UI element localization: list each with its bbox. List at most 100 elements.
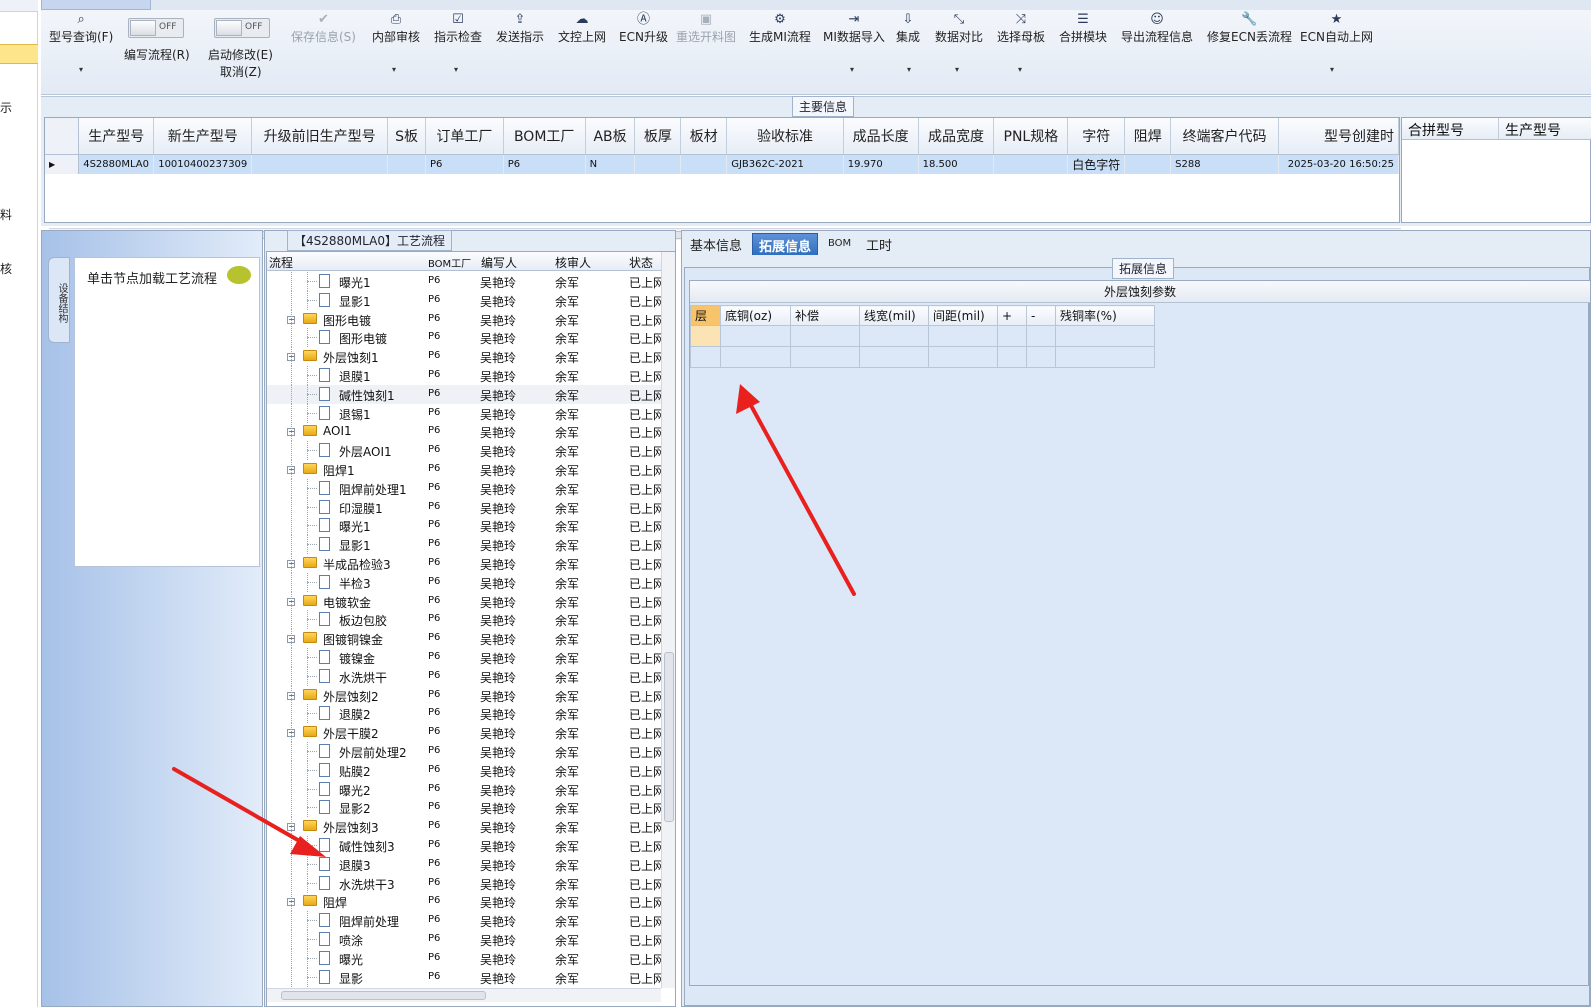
grid-header[interactable]: 型号创建时 xyxy=(1278,118,1400,155)
tree-group-node[interactable]: − 外层蚀刻3 P6 吴艳玲 余军 已上网 xyxy=(267,817,665,837)
table-row[interactable] xyxy=(690,325,1155,347)
chevron-down-icon[interactable]: ▾ xyxy=(907,65,911,74)
tree-leaf-node[interactable]: 退膜3 P6 吴艳玲 余军 已上网 xyxy=(267,854,665,874)
etch-col-line-width[interactable]: 线宽(mil) xyxy=(859,305,929,326)
grid-header[interactable]: PNL规格 xyxy=(993,118,1069,155)
tree-leaf-node[interactable]: 退膜1 P6 吴艳玲 余军 已上网 xyxy=(267,366,665,385)
etch-col-layer[interactable]: 层 xyxy=(690,305,721,326)
grid-cell[interactable]: S288 xyxy=(1170,154,1279,174)
export-flow-button[interactable]: ☺ 导出流程信息 xyxy=(1121,12,1193,45)
tree-leaf-node[interactable]: 显影2 P6 吴艳玲 余军 已上网 xyxy=(267,798,665,818)
etch-cell[interactable] xyxy=(997,325,1027,347)
left-strip-item[interactable]: 示 xyxy=(0,99,12,116)
grid-header[interactable]: 成品宽度 xyxy=(918,118,995,155)
data-compare-button[interactable]: ⤡ 数据对比 xyxy=(935,12,983,45)
grid-cell[interactable] xyxy=(634,154,682,174)
structure-tree-box[interactable]: 单击节点加载工艺流程 xyxy=(74,257,260,567)
table-row[interactable] xyxy=(690,346,1155,368)
grid-cell[interactable]: P6 xyxy=(503,154,586,174)
tree-group-node[interactable]: − 外层干膜2 P6 吴艳玲 余军 已上网 xyxy=(267,723,665,743)
etch-col-residual-copper[interactable]: 残铜率(%) xyxy=(1055,305,1155,326)
etch-cell[interactable] xyxy=(928,325,998,347)
grid-cell[interactable]: 2025-03-20 16:50:25 xyxy=(1278,154,1400,174)
chevron-down-icon[interactable]: ▾ xyxy=(392,65,396,74)
tree-col-reviewer[interactable]: 核审人 xyxy=(555,254,591,271)
grid-cell[interactable] xyxy=(680,154,728,174)
tree-group-node[interactable]: − 外层蚀刻1 P6 吴艳玲 余军 已上网 xyxy=(267,347,665,367)
tree-leaf-node[interactable]: 阻焊前处理 P6 吴艳玲 余军 已上网 xyxy=(267,911,665,931)
grid-cell[interactable]: N xyxy=(585,154,636,174)
left-strip-item[interactable]: 料 xyxy=(0,206,12,223)
send-instruction-button[interactable]: ⇪ 发送指示 xyxy=(496,12,544,45)
tree-group-node[interactable]: − 半成品检验3 P6 吴艳玲 余军 已上网 xyxy=(267,554,665,573)
fix-ecn-button[interactable]: 🔧 修复ECN丢流程 xyxy=(1207,12,1292,45)
horizontal-scrollbar[interactable] xyxy=(267,988,661,1002)
vertical-scrollbar[interactable] xyxy=(661,252,675,988)
tree-group-node[interactable]: − 电镀软金 P6 吴艳玲 余军 已上网 xyxy=(267,591,665,611)
tree-leaf-node[interactable]: 显影1 P6 吴艳玲 余军 已上网 xyxy=(267,535,665,555)
grid-header[interactable]: 生产型号 xyxy=(1499,118,1591,140)
tree-leaf-node[interactable]: 曝光1 P6 吴艳玲 余军 已上网 xyxy=(267,516,665,536)
chevron-down-icon[interactable]: ▾ xyxy=(79,65,83,74)
etch-params-table[interactable]: 层 底铜(oz) 补偿 线宽(mil) 间距(mil) + - 残铜率(%) xyxy=(690,305,1155,368)
grid-header[interactable]: 板材 xyxy=(680,118,728,155)
etch-cell[interactable] xyxy=(720,346,791,368)
device-structure-tab[interactable]: 设备结构 xyxy=(48,257,70,343)
etch-cell[interactable] xyxy=(690,325,721,347)
grid-cell[interactable] xyxy=(1124,154,1172,174)
process-flow-tree[interactable]: 流程 BOM工厂 编写人 核审人 状态 曝光1 P6 吴艳玲 余军 已上网 显影1 P6 吴艳… xyxy=(266,251,676,1007)
instruction-check-button[interactable]: ☑ 指示检查 xyxy=(434,12,482,45)
etch-col-plus[interactable]: + xyxy=(997,305,1027,326)
main-info-grid[interactable]: 生产型号 新生产型号 升级前旧生产型号 S板 订单工厂 BOM工厂 AB板 板厚… xyxy=(44,117,1401,240)
chevron-down-icon[interactable]: ▾ xyxy=(1018,65,1022,74)
grid-cell[interactable] xyxy=(251,154,389,174)
grid-header[interactable]: 阻焊 xyxy=(1124,118,1172,155)
tree-leaf-node[interactable]: 碱性蚀刻1 P6 吴艳玲 余军 已上网 xyxy=(267,384,665,404)
grid-header[interactable]: 验收标准 xyxy=(726,118,844,155)
etch-cell[interactable] xyxy=(720,325,791,347)
ecn-upgrade-button[interactable]: Ⓐ ECN升级 xyxy=(619,12,668,45)
etch-col-spacing[interactable]: 间距(mil) xyxy=(928,305,998,326)
tree-leaf-node[interactable]: 喷涂 P6 吴艳玲 余军 已上网 xyxy=(267,930,665,949)
grid-header[interactable]: 订单工厂 xyxy=(425,118,504,155)
etch-cell[interactable] xyxy=(1055,346,1155,368)
etch-cell[interactable] xyxy=(859,346,929,368)
etch-cell[interactable] xyxy=(690,346,721,368)
grid-header[interactable]: 字符 xyxy=(1067,118,1126,155)
left-strip-item[interactable]: 核 xyxy=(0,260,12,277)
grid-cell[interactable]: 白色字符 xyxy=(1067,154,1126,174)
tree-leaf-node[interactable]: 显影 P6 吴艳玲 余军 已上网 xyxy=(267,967,665,987)
doc-online-button[interactable]: ☁ 文控上网 xyxy=(558,12,606,45)
grid-cell[interactable] xyxy=(387,154,426,174)
tree-leaf-node[interactable]: 水洗烘干 P6 吴艳玲 余军 已上网 xyxy=(267,666,665,686)
grid-cell[interactable]: 10010400237309 xyxy=(153,154,253,174)
grid-cell[interactable] xyxy=(993,154,1069,174)
grid-cell[interactable]: 19.970 xyxy=(843,154,919,174)
grid-header[interactable]: BOM工厂 xyxy=(503,118,586,155)
tree-leaf-node[interactable]: 半检3 P6 吴艳玲 余军 已上网 xyxy=(267,572,665,592)
save-button[interactable]: ✔ 保存信息(S) xyxy=(291,12,356,45)
chevron-down-icon[interactable]: ▾ xyxy=(955,65,959,74)
tree-leaf-node[interactable]: 板边包胶 P6 吴艳玲 余军 已上网 xyxy=(267,610,665,630)
tree-leaf-node[interactable]: 曝光1 P6 吴艳玲 余军 已上网 xyxy=(267,272,665,291)
tree-group-node[interactable]: − AOI1 P6 吴艳玲 余军 已上网 xyxy=(267,422,665,442)
write-flow-toggle[interactable]: OFF xyxy=(128,18,184,38)
tree-leaf-node[interactable]: 镀镍金 P6 吴艳玲 余军 已上网 xyxy=(267,648,665,667)
etch-cell[interactable] xyxy=(1026,325,1056,347)
start-modify-toggle[interactable]: OFF xyxy=(214,18,270,38)
tree-leaf-node[interactable]: 水洗烘干3 P6 吴艳玲 余军 已上网 xyxy=(267,873,665,893)
tree-col-factory[interactable]: BOM工厂 xyxy=(428,255,471,270)
etch-col-compensation[interactable]: 补偿 xyxy=(790,305,860,326)
grid-cell[interactable]: GJB362C-2021 xyxy=(726,154,844,174)
etch-cell[interactable] xyxy=(790,325,860,347)
tree-leaf-node[interactable]: 曝光2 P6 吴艳玲 余军 已上网 xyxy=(267,779,665,799)
gen-mi-button[interactable]: ⚙ 生成MI流程 xyxy=(749,12,811,45)
grid-header[interactable]: 成品长度 xyxy=(843,118,919,155)
etch-cell[interactable] xyxy=(997,346,1027,368)
tree-leaf-node[interactable]: 碱性蚀刻3 P6 吴艳玲 余军 已上网 xyxy=(267,836,665,855)
etch-cell[interactable] xyxy=(1055,325,1155,347)
tree-col-flow[interactable]: 流程 xyxy=(269,254,293,271)
tree-group-node[interactable]: − 图形电镀 P6 吴艳玲 余军 已上网 xyxy=(267,309,665,329)
grid-header[interactable]: S板 xyxy=(387,118,426,155)
etch-col-base-copper[interactable]: 底铜(oz) xyxy=(720,305,791,326)
